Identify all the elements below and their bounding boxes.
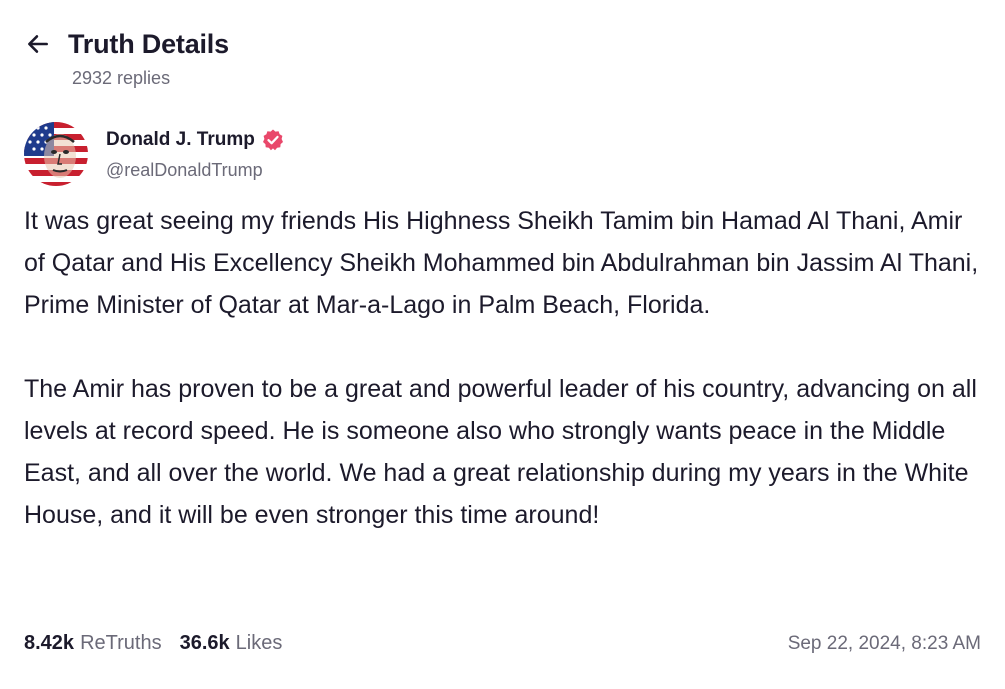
avatar[interactable] [24, 122, 88, 186]
page-title: Truth Details [68, 28, 229, 59]
back-button[interactable] [20, 26, 56, 62]
post-body: It was great seeing my friends His Highn… [24, 200, 989, 536]
author-name[interactable]: Donald J. Trump [106, 129, 255, 151]
verified-badge-icon [262, 129, 283, 150]
likes-label: Likes [235, 632, 283, 654]
retruths-label: ReTruths [80, 632, 162, 654]
avatar-image [24, 122, 88, 186]
post-paragraph: The Amir has proven to be a great and po… [24, 375, 977, 529]
author-meta: Donald J. Trump @realDonaldTrump [106, 128, 285, 181]
page-header: Truth Details [24, 26, 229, 62]
post-timestamp: Sep 22, 2024, 8:23 AM [787, 632, 981, 654]
arrow-left-icon [28, 35, 48, 53]
likes-count: 36.6k [179, 632, 230, 654]
post-stats: 8.42k ReTruths 36.6k Likes [24, 632, 282, 655]
retruths-stat[interactable]: 8.42k ReTruths [24, 632, 162, 655]
replies-count: 2932 replies [72, 68, 171, 88]
author-handle[interactable]: @realDonaldTrump [106, 160, 285, 181]
author-name-row: Donald J. Trump [106, 128, 285, 152]
retruths-count: 8.42k [24, 632, 75, 654]
post-footer: 8.42k ReTruths 36.6k Likes Sep 22, 2024,… [24, 632, 981, 655]
post-author: Donald J. Trump @realDonaldTrump [24, 122, 285, 186]
likes-stat[interactable]: 36.6k Likes [180, 632, 283, 655]
post-paragraph: It was great seeing my friends His Highn… [24, 207, 979, 319]
